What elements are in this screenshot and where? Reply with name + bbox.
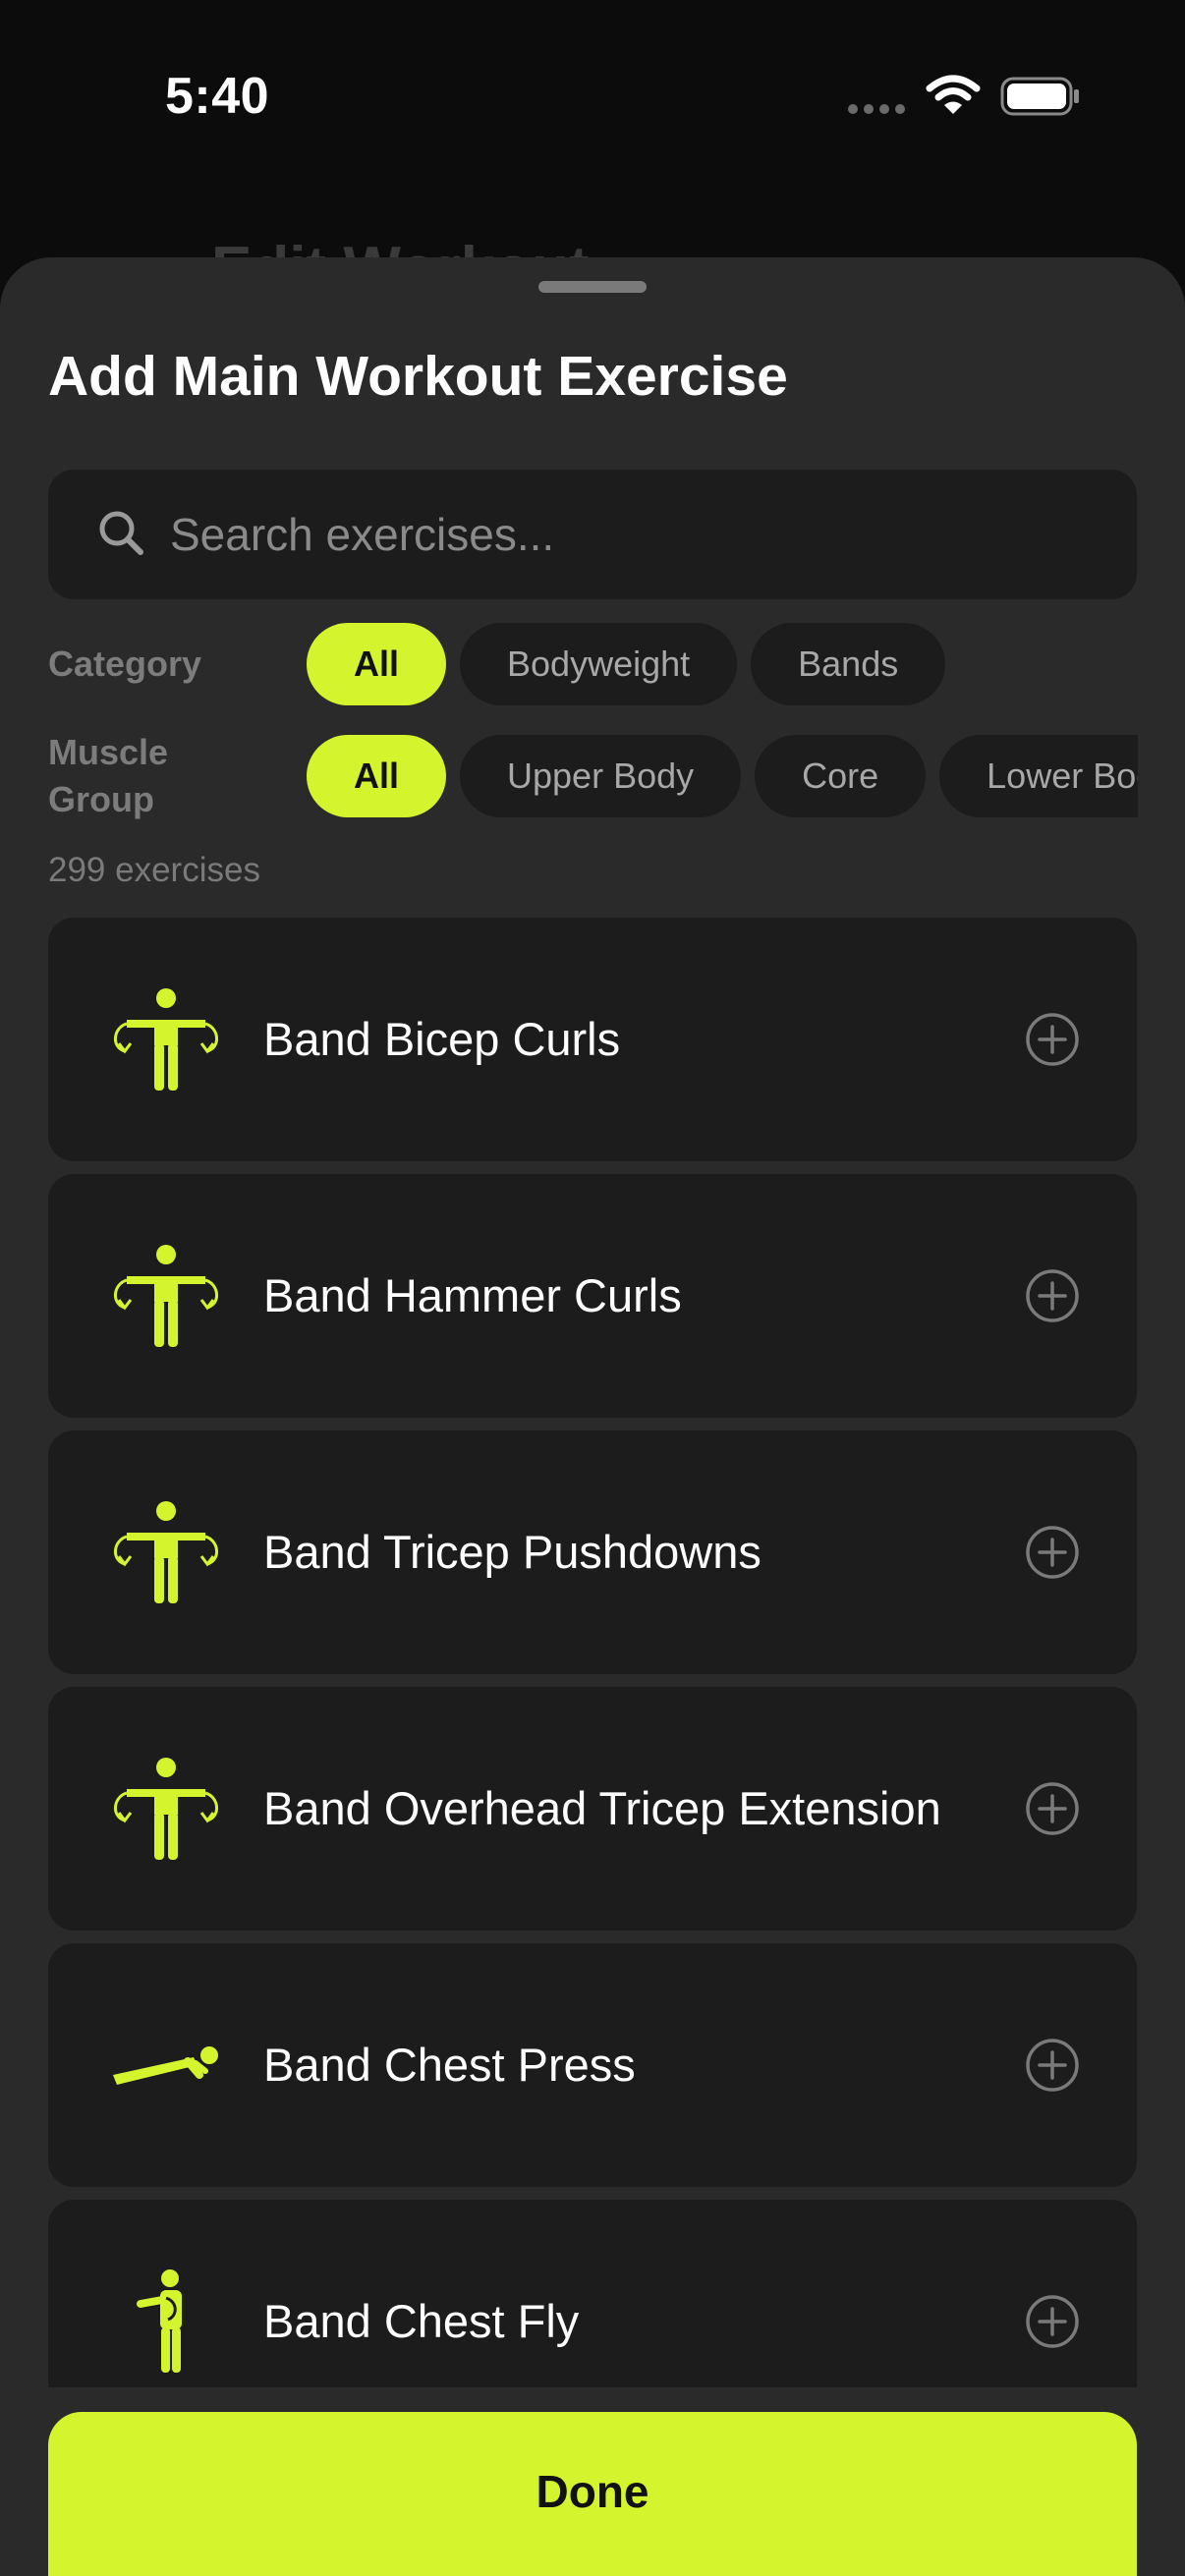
exercise-name: Band Chest Press <box>263 2039 636 2091</box>
add-circle-icon[interactable] <box>1025 1781 1080 1836</box>
status-time: 5:40 <box>165 68 270 125</box>
figure-with-bands-icon <box>114 1758 218 1860</box>
search-icon <box>99 511 143 555</box>
figure-pushup-icon <box>113 2046 218 2085</box>
muscle-chip-upper-body[interactable]: Upper Body <box>460 735 742 817</box>
figure-with-bands-icon <box>114 1245 218 1347</box>
figure-with-bands-icon <box>114 988 218 1091</box>
exercise-name: Band Chest Fly <box>263 2295 580 2347</box>
sheet-title: Add Main Workout Exercise <box>48 345 788 408</box>
muscle-chip-core[interactable]: Core <box>755 735 927 817</box>
done-button[interactable]: Done <box>48 2412 1137 2576</box>
exercise-card[interactable]: Band Chest Press <box>48 1943 1137 2187</box>
exercise-name: Band Hammer Curls <box>263 1269 682 1321</box>
add-circle-icon[interactable] <box>1025 2294 1080 2349</box>
search-box[interactable] <box>48 470 1137 599</box>
muscle-chip-all[interactable]: All <box>307 735 447 817</box>
add-circle-icon[interactable] <box>1025 1268 1080 1323</box>
exercise-card[interactable]: Band Overhead Tricep Extension <box>48 1687 1137 1931</box>
exercise-list: Band Bicep Curls Band Hammer Curls Band … <box>48 918 1137 2456</box>
exercise-card[interactable]: Band Bicep Curls <box>48 918 1137 1161</box>
battery-icon <box>1000 77 1079 116</box>
cellular-signal-icon <box>848 104 905 114</box>
category-chip-bands[interactable]: Bands <box>751 623 946 705</box>
category-filter-chips: All Bodyweight Bands <box>307 623 1138 705</box>
add-circle-icon[interactable] <box>1025 1525 1080 1580</box>
muscle-group-filter-label: Muscle Group <box>48 732 169 819</box>
exercise-name: Band Bicep Curls <box>263 1013 621 1065</box>
add-circle-icon[interactable] <box>1025 2038 1080 2093</box>
muscle-group-filter-chips: AllUpper BodyCoreLower Body <box>307 735 1138 817</box>
figure-side-arm-icon <box>137 2269 182 2373</box>
add-exercise-sheet: Add Main Workout Exercise Category AllBo… <box>0 257 1185 2576</box>
muscle-chip-lower-body[interactable]: Lower Body <box>939 735 1138 817</box>
category-chip-bodyweight[interactable]: Bodyweight <box>460 623 738 705</box>
exercise-card[interactable]: Band Hammer Curls <box>48 1174 1137 1418</box>
category-chip-all[interactable]: All <box>307 623 447 705</box>
add-circle-icon[interactable] <box>1025 1012 1080 1067</box>
search-input[interactable] <box>170 497 1094 572</box>
category-filter-label: Category <box>48 644 202 684</box>
status-bar: 5:40 <box>0 0 1185 196</box>
exercise-card[interactable]: Band Tricep Pushdowns <box>48 1430 1137 1674</box>
wifi-icon <box>926 75 981 114</box>
exercise-name: Band Tricep Pushdowns <box>263 1526 762 1578</box>
exercise-count: 299 exercises <box>48 851 260 889</box>
exercise-name: Band Overhead Tricep Extension <box>263 1782 941 1834</box>
sheet-grabber[interactable] <box>538 281 647 293</box>
figure-with-bands-icon <box>114 1501 218 1603</box>
